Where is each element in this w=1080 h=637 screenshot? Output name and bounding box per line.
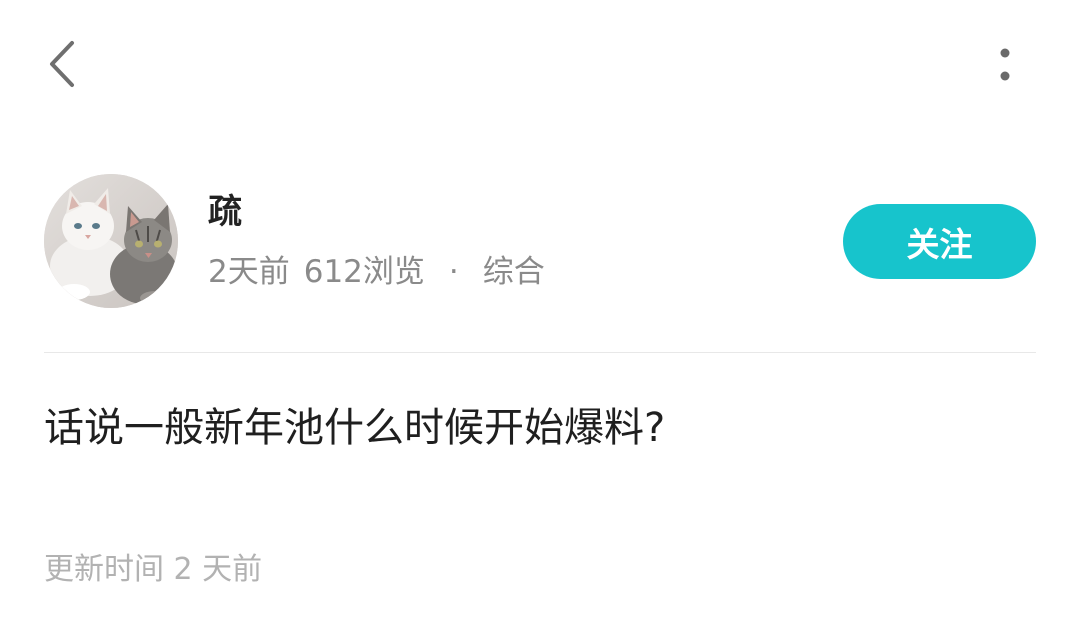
author-row: 疏 2天前 612浏览 · 综合 关注: [0, 170, 1080, 310]
view-count: 612浏览: [303, 254, 425, 290]
author-name[interactable]: 疏: [208, 192, 242, 232]
updated-time: 更新时间 2 天前: [44, 552, 263, 587]
back-button[interactable]: [36, 36, 86, 92]
more-vertical-icon: [1000, 48, 1010, 81]
follow-button[interactable]: 关注: [843, 204, 1036, 279]
post-category[interactable]: 综合: [483, 252, 545, 292]
divider: [44, 352, 1036, 353]
chevron-left-icon: [50, 41, 74, 87]
top-bar: [0, 0, 1080, 130]
post-detail-page: 疏 2天前 612浏览 · 综合 关注 话说一般新年池什么时候开始爆料? 更新时间 2…: [0, 0, 1080, 637]
post-title: 话说一般新年池什么时候开始爆料?: [44, 405, 666, 451]
post-meta: 2天前 612浏览 · 综合: [208, 252, 545, 292]
avatar[interactable]: [44, 174, 178, 308]
post-time: 2天前: [208, 254, 290, 290]
more-options-button[interactable]: [985, 40, 1025, 90]
meta-separator: ·: [448, 254, 459, 290]
